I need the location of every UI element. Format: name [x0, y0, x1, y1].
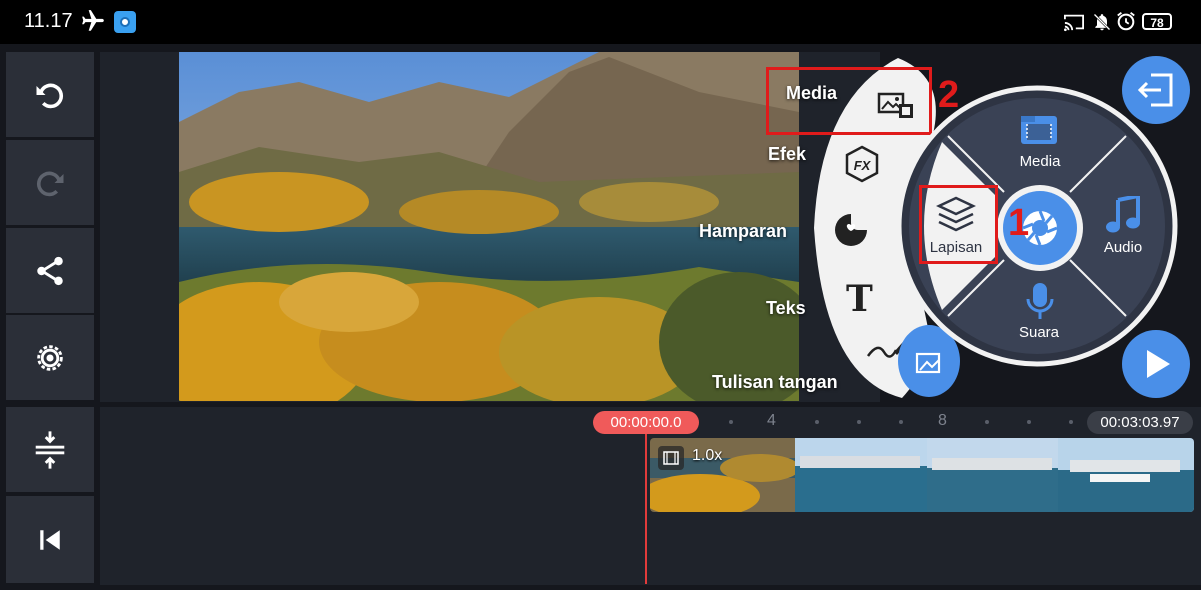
ruler-dot — [857, 420, 861, 424]
gear-icon — [37, 344, 63, 371]
status-bar — [0, 0, 1201, 44]
redo-button[interactable] — [6, 140, 94, 225]
clip-thumbnails — [650, 438, 1194, 512]
exit-icon — [1137, 73, 1173, 107]
current-time: 00:00:00.0 — [593, 411, 699, 434]
highlight-box-lapisan — [919, 185, 998, 264]
music-note-icon[interactable] — [1106, 193, 1140, 239]
text-icon[interactable]: T — [846, 278, 873, 320]
redo-icon — [36, 171, 64, 196]
alarm-icon — [1115, 10, 1137, 37]
ruler-dot — [729, 420, 733, 424]
go-to-start-button[interactable] — [6, 496, 94, 583]
layer-menu-hamparan-label[interactable]: Hamparan — [699, 221, 787, 242]
ruler-dot — [899, 420, 903, 424]
microphone-icon[interactable] — [1025, 281, 1055, 326]
undo-icon — [36, 83, 64, 108]
share-icon — [37, 256, 63, 285]
fx-icon[interactable]: FX — [843, 145, 881, 188]
ruler-dot — [985, 420, 989, 424]
ruler-dot — [1069, 420, 1073, 424]
screen-recorder-icon — [114, 11, 136, 33]
ruler-tick-4: 4 — [767, 412, 776, 429]
svg-text:FX: FX — [854, 158, 872, 173]
playhead[interactable] — [645, 424, 647, 584]
status-time: 11.17 — [24, 10, 73, 32]
clip-type-badge — [658, 446, 684, 470]
play-icon — [1147, 350, 1170, 378]
ruler-dot — [1027, 420, 1031, 424]
settings-button[interactable] — [6, 315, 94, 400]
clip-speed: 1.0x — [692, 447, 723, 464]
ruler-dot — [815, 420, 819, 424]
skip-start-icon — [40, 529, 60, 550]
wheel-audio-label[interactable]: Audio — [1098, 239, 1148, 256]
battery-indicator: 78 — [1142, 13, 1172, 30]
exit-button[interactable] — [1122, 56, 1190, 124]
ruler-tick-8: 8 — [938, 412, 947, 429]
share-button[interactable] — [6, 228, 94, 313]
airplane-mode-icon — [80, 8, 106, 39]
layer-menu-teks-label[interactable]: Teks — [766, 298, 806, 319]
timeline-zoom-button[interactable] — [6, 407, 94, 492]
wheel-media-label[interactable]: Media — [1012, 153, 1068, 170]
cast-icon — [1063, 12, 1085, 37]
layer-menu-tulisan-label[interactable]: Tulisan tangan — [712, 372, 838, 393]
annotation-step-1: 1 — [1008, 202, 1030, 244]
expand-vertical-icon — [35, 430, 65, 469]
notifications-off-icon — [1092, 11, 1112, 38]
total-duration: 00:03:03.97 — [1087, 411, 1193, 434]
play-button[interactable] — [1122, 330, 1190, 398]
undo-button[interactable] — [6, 52, 94, 137]
layer-menu-efek-label[interactable]: Efek — [768, 144, 806, 165]
wheel-media-icon[interactable] — [1019, 112, 1059, 151]
film-icon — [663, 451, 679, 465]
video-clip[interactable] — [650, 438, 1194, 512]
sticker-icon[interactable] — [833, 212, 869, 253]
wheel-suara-label[interactable]: Suara — [1012, 324, 1066, 341]
